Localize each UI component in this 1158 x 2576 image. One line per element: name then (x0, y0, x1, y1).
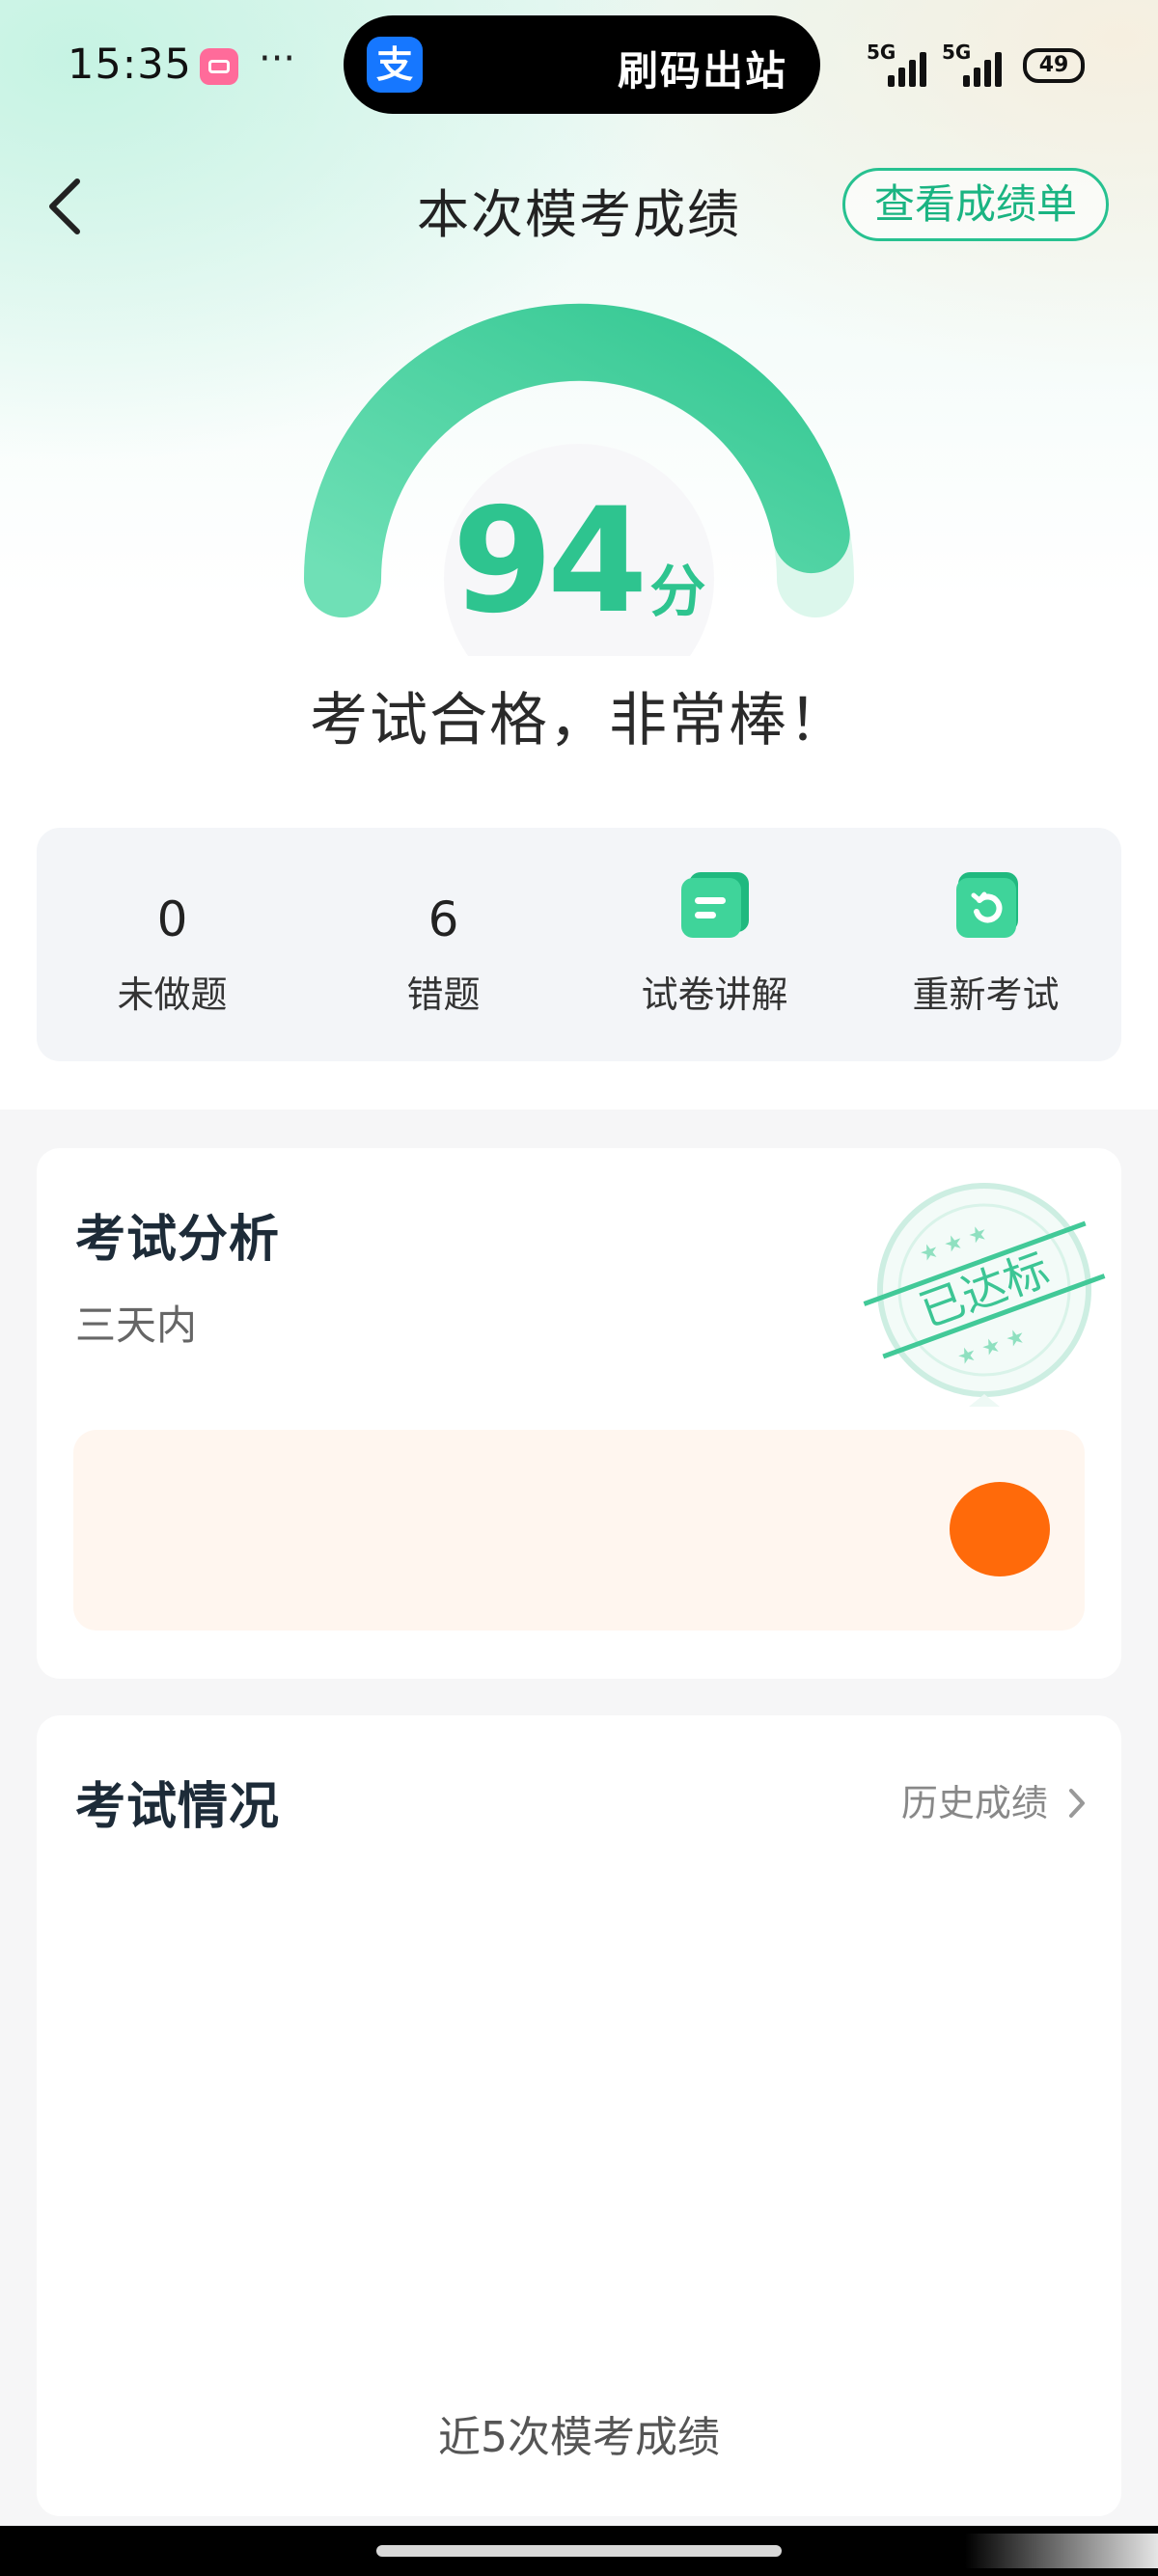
network-type-2: 5G (942, 41, 972, 64)
notification-app-icon (200, 48, 238, 85)
unanswered-label: 未做题 (117, 973, 228, 1016)
paper-explanation-button[interactable]: 试卷讲解 (579, 828, 850, 1061)
status-bar: 15:35 ··· 支 刷码出站 5G 5G 49 (0, 0, 1158, 135)
document-icon (681, 872, 749, 938)
signal-icon-2: 5G (942, 41, 1004, 87)
view-report-button[interactable]: 查看成绩单 (842, 168, 1109, 241)
stats-card: 0 未做题 6 错题 试卷讲解 重新考试 (37, 828, 1121, 1061)
exam-analysis-card: 考试分析 三天内 ★ ★ ★ ★ ★ ★ 已达标 (37, 1148, 1121, 1679)
score-value: 94 (452, 478, 648, 645)
recent-scores-chart-caption: 近5次模考成绩 (438, 2413, 720, 2462)
wrong-label: 错题 (406, 973, 481, 1016)
exam-status-card: 考试情况 历史成绩 近5次模考成绩 (37, 1715, 1121, 2516)
result-message: 考试合格，非常棒！ (310, 687, 848, 754)
nav-bar-fade (965, 2534, 1158, 2568)
signal-icon-1: 5G (867, 41, 928, 87)
retake-exam-button[interactable]: 重新考试 (850, 828, 1121, 1061)
history-scores-link[interactable]: 历史成绩 (901, 1773, 1089, 1826)
more-notifications-icon: ··· (259, 37, 296, 81)
battery-icon: 49 (1023, 48, 1085, 83)
pill-text: 刷码出站 (617, 47, 787, 95)
analysis-indicator-dot (950, 1482, 1050, 1576)
status-time: 15:35 (68, 41, 192, 89)
score-unit: 分 (649, 559, 706, 624)
exam-status-title: 考试情况 (75, 1778, 281, 1836)
score-display: 94 分 (0, 478, 1158, 645)
retake-exam-label: 重新考试 (912, 973, 1060, 1016)
alipay-icon: 支 (367, 37, 423, 93)
history-scores-label: 历史成绩 (900, 1782, 1048, 1824)
analysis-content-box (73, 1430, 1085, 1631)
analysis-title: 考试分析 (75, 1211, 281, 1269)
dynamic-island-pill[interactable]: 支 刷码出站 (344, 15, 820, 114)
paper-explanation-label: 试卷讲解 (641, 973, 788, 1016)
chevron-right-icon (1069, 1789, 1085, 1818)
wrong-questions-stat[interactable]: 6 错题 (308, 828, 579, 1061)
system-navigation-bar (0, 2526, 1158, 2576)
wrong-count: 6 (427, 891, 459, 947)
unanswered-stat[interactable]: 0 未做题 (37, 828, 308, 1061)
unanswered-count: 0 (156, 891, 188, 947)
home-indicator[interactable] (376, 2545, 782, 2557)
refresh-icon (956, 872, 1018, 938)
network-type-1: 5G (867, 41, 896, 64)
passed-stamp-icon: ★ ★ ★ ★ ★ ★ 已达标 (863, 1183, 1106, 1407)
analysis-subtitle: 三天内 (75, 1302, 198, 1349)
